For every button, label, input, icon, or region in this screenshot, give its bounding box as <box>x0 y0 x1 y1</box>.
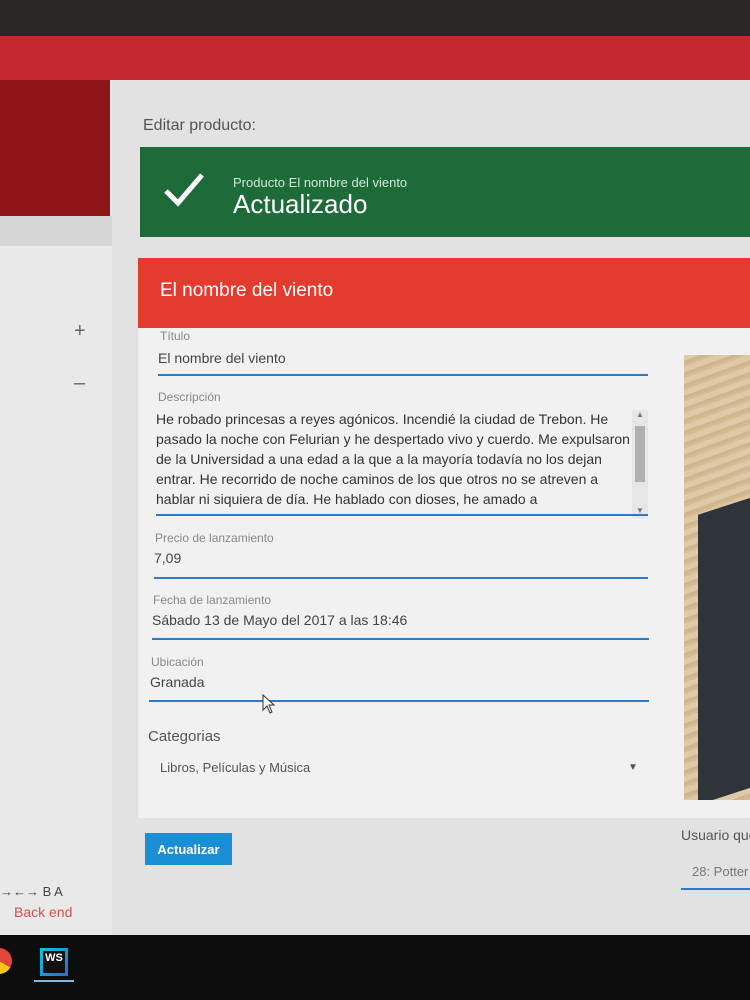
descripcion-textarea[interactable]: He robado princesas a reyes agónicos. In… <box>156 409 631 513</box>
mouse-cursor-icon <box>262 694 276 714</box>
precio-label: Precio de lanzamiento <box>155 531 274 545</box>
card-header: El nombre del viento <box>138 258 750 328</box>
book-cover <box>698 495 750 800</box>
fecha-underline <box>152 638 649 640</box>
nav-arrows-text: →←→ B A <box>0 884 63 899</box>
minus-icon[interactable]: – <box>74 372 85 395</box>
chevron-down-icon[interactable]: ▼ <box>628 762 638 773</box>
browser-top-bar <box>0 0 750 36</box>
scroll-up-icon[interactable]: ▲ <box>636 410 644 419</box>
plus-icon[interactable]: + <box>74 320 86 343</box>
categorias-label: Categorias <box>148 728 221 745</box>
precio-underline <box>154 577 648 579</box>
titulo-input[interactable]: El nombre del viento <box>158 350 286 366</box>
ubicacion-label: Ubicación <box>151 655 204 669</box>
ubicacion-input[interactable]: Granada <box>150 674 204 690</box>
usuario-select[interactable]: 28: Potter <box>692 864 748 879</box>
left-sidebar-strip <box>0 216 112 246</box>
usuario-label: Usuario que <box>681 827 750 843</box>
product-cover-image <box>684 355 750 800</box>
page-title: Editar producto: <box>143 117 256 134</box>
descripcion-label: Descripción <box>158 390 221 404</box>
ubicacion-underline <box>149 700 649 702</box>
success-banner: Producto El nombre del viento Actualizad… <box>140 147 750 237</box>
update-button[interactable]: Actualizar <box>145 833 232 865</box>
titulo-underline <box>158 374 648 376</box>
scroll-thumb[interactable] <box>635 426 645 482</box>
checkmark-icon <box>164 173 204 207</box>
descripcion-underline <box>156 514 648 516</box>
active-app-indicator <box>34 980 74 982</box>
titulo-label: Título <box>160 329 191 343</box>
fecha-input[interactable]: Sábado 13 de Mayo del 2017 a las 18:46 <box>152 612 407 628</box>
precio-input[interactable]: 7,09 <box>154 550 181 566</box>
banner-title: Actualizado <box>233 189 368 219</box>
os-taskbar <box>0 935 750 1000</box>
webstorm-icon-label: WS <box>43 951 65 973</box>
webstorm-icon[interactable]: WS <box>40 948 68 976</box>
fecha-label: Fecha de lanzamiento <box>153 593 272 607</box>
usuario-underline <box>681 888 750 890</box>
edit-product-card: El nombre del viento Título El nombre de… <box>138 258 750 818</box>
categorias-select[interactable]: Libros, Películas y Música <box>160 760 310 775</box>
card-title: El nombre del viento <box>160 280 334 301</box>
banner-subtitle: Producto El nombre del viento <box>233 175 408 190</box>
back-end-link[interactable]: Back end <box>14 904 72 920</box>
descripcion-scrollbar[interactable]: ▲ ▼ <box>632 410 648 518</box>
left-sidebar-header <box>0 80 110 216</box>
